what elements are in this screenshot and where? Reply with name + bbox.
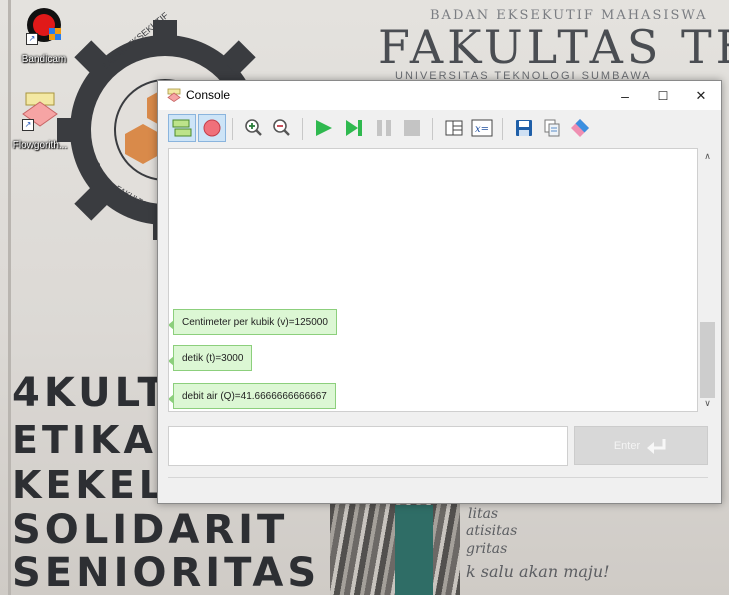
scroll-up-arrow-icon[interactable]: ∧ <box>698 148 717 165</box>
wallpaper-word: SENIORITAS <box>12 550 321 595</box>
save-icon <box>516 120 532 136</box>
wallpaper-script: k salu akan maju! <box>466 562 610 581</box>
zoom-in-button[interactable] <box>240 114 268 142</box>
stop-button[interactable] <box>398 114 426 142</box>
console-message-text: debit air (Q)=41.6666666666667 <box>182 390 327 402</box>
wallpaper-script: atisitas <box>466 523 518 539</box>
wallpaper-word: ETIKA <box>12 418 157 462</box>
maximize-button[interactable]: ☐ <box>644 81 682 110</box>
zoom-out-icon <box>273 119 290 136</box>
svg-text:x=: x= <box>475 124 489 135</box>
status-divider <box>168 477 708 478</box>
desktop-icon-bandicam[interactable]: ↗ Bandicam <box>14 6 74 67</box>
vertical-scrollbar[interactable]: ∧ ∨ <box>698 148 717 412</box>
message-tail <box>169 320 174 330</box>
close-button[interactable]: ✕ <box>682 81 720 110</box>
minimize-button[interactable]: – <box>606 81 644 110</box>
run-icon <box>316 120 332 136</box>
wallpaper-figure <box>395 505 433 595</box>
toolbar-separator <box>302 118 303 140</box>
flowchart-view-button[interactable] <box>168 114 196 142</box>
wallpaper-word: KEKEL <box>12 463 168 507</box>
console-message-text: Centimeter per kubik (v)=125000 <box>182 316 328 328</box>
console-input[interactable] <box>168 426 568 466</box>
shortcut-arrow-icon: ↗ <box>26 33 38 45</box>
console-output[interactable]: Centimeter per kubik (v)=125000 detik (t… <box>168 148 698 412</box>
run-button[interactable] <box>310 114 338 142</box>
toolbar-separator <box>232 118 233 140</box>
window-title: Console <box>186 88 231 102</box>
breakpoint-icon <box>203 119 221 137</box>
toolbar-separator <box>432 118 433 140</box>
paper-edge <box>8 0 11 595</box>
wallpaper-word: 4KULT <box>12 370 169 416</box>
desktop-icon-label: Bandicam <box>21 54 67 65</box>
desktop-icon-label: Flowgorith... <box>12 140 68 151</box>
shortcut-arrow-icon: ↗ <box>22 119 34 131</box>
breakpoint-button[interactable] <box>198 114 226 142</box>
console-message-text: detik (t)=3000 <box>182 352 244 364</box>
desktop-icon-flowgorithm[interactable]: ↗ Flowgorith... <box>10 92 70 153</box>
pause-icon <box>377 120 391 136</box>
zoom-out-button[interactable] <box>268 114 296 142</box>
toolbar-separator <box>502 118 503 140</box>
wallpaper-word: SOLIDARIT <box>12 507 289 553</box>
message-tail <box>169 356 174 366</box>
stop-icon <box>404 120 420 136</box>
wallpaper-faculty-title: FAKULTAS TEKNIK <box>378 20 729 74</box>
copy-button[interactable] <box>538 114 566 142</box>
save-button[interactable] <box>510 114 538 142</box>
zoom-in-icon <box>245 119 262 136</box>
console-message: detik (t)=3000 <box>169 345 253 371</box>
clear-button[interactable] <box>566 114 594 142</box>
variables-icon: x= <box>471 119 493 137</box>
wallpaper-script: litas <box>468 506 499 522</box>
flowgorithm-console-icon <box>167 88 181 102</box>
flowchart-view-icon <box>172 119 192 137</box>
enter-return-icon <box>647 438 666 454</box>
variables-button[interactable]: x= <box>468 114 496 142</box>
copy-icon <box>544 119 560 137</box>
scroll-down-arrow-icon[interactable]: ∨ <box>698 395 717 412</box>
pause-button[interactable] <box>370 114 398 142</box>
message-tail <box>169 394 174 404</box>
clear-icon <box>571 119 589 137</box>
step-icon <box>346 120 362 136</box>
layout-icon <box>445 120 463 136</box>
enter-button-label: Enter <box>613 439 641 452</box>
step-button[interactable] <box>340 114 368 142</box>
window-titlebar[interactable]: Console – ☐ ✕ <box>158 81 721 110</box>
console-message: debit air (Q)=41.6666666666667 <box>169 383 336 409</box>
wallpaper-script: gritas <box>466 541 508 557</box>
console-window[interactable]: Console – ☐ ✕ x= Centimeter per kubik (v… <box>157 80 722 504</box>
console-message: Centimeter per kubik (v)=125000 <box>169 309 337 335</box>
layout-button[interactable] <box>440 114 468 142</box>
scrollbar-thumb[interactable] <box>700 322 715 398</box>
console-toolbar: x= <box>158 110 721 148</box>
enter-button[interactable]: Enter <box>574 426 708 465</box>
